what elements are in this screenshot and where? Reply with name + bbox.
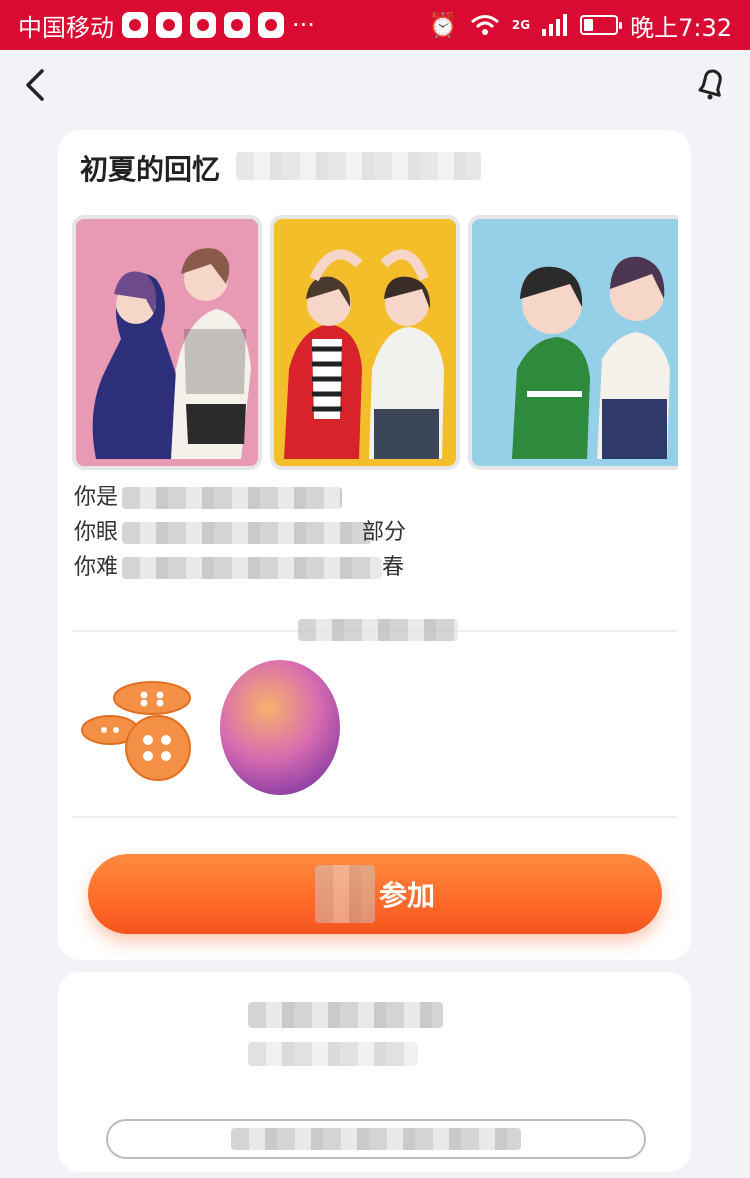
description-text: 你难 bbox=[74, 555, 119, 580]
gallery-photo[interactable] bbox=[468, 215, 678, 470]
bell-icon[interactable] bbox=[694, 66, 730, 102]
description-text: 春 bbox=[382, 555, 405, 580]
description-line: 你眼 部分 bbox=[74, 515, 594, 550]
more-notifications-icon: ··· bbox=[292, 11, 315, 39]
blurred-text bbox=[248, 1002, 443, 1028]
status-bar: 中国移动 ··· ⏰ 2G 晚上7:32 bbox=[0, 0, 750, 50]
top-nav bbox=[0, 50, 750, 120]
notification-app-icon bbox=[190, 12, 216, 38]
blurred-text bbox=[248, 1042, 418, 1066]
secondary-button[interactable] bbox=[106, 1119, 646, 1159]
buttons-reward bbox=[80, 660, 210, 790]
carrier-name: 中国移动 bbox=[18, 13, 114, 42]
info-card bbox=[58, 972, 691, 1172]
notification-app-icon bbox=[258, 12, 284, 38]
event-card: 初夏的回忆 你是 你眼 部分 你难 春 参加 bbox=[58, 130, 691, 960]
blurred-text bbox=[236, 152, 481, 180]
notification-app-icon bbox=[156, 12, 182, 38]
blurred-text bbox=[122, 557, 382, 579]
photo-gallery[interactable] bbox=[72, 215, 678, 470]
description-text: 部分 bbox=[362, 520, 407, 545]
signal-icon bbox=[542, 14, 568, 36]
join-button[interactable]: 参加 bbox=[88, 854, 662, 934]
blurred-text bbox=[298, 619, 458, 641]
description-line: 你是 bbox=[74, 480, 594, 515]
divider bbox=[72, 816, 677, 818]
wifi-icon bbox=[470, 15, 499, 35]
notification-app-icon bbox=[224, 12, 250, 38]
blurred-text bbox=[314, 865, 375, 923]
description-text: 你眼 bbox=[74, 520, 119, 545]
network-type-label: 2G bbox=[511, 18, 531, 32]
join-button-label: 参加 bbox=[378, 879, 435, 912]
notification-app-icon bbox=[122, 12, 148, 38]
description-text: 你是 bbox=[74, 485, 119, 510]
blurred-text bbox=[231, 1128, 521, 1150]
gallery-photo[interactable] bbox=[72, 215, 262, 470]
gallery-photo[interactable] bbox=[270, 215, 460, 470]
battery-icon bbox=[580, 15, 623, 35]
avatar-frame-reward bbox=[220, 660, 340, 795]
blurred-text bbox=[122, 522, 372, 544]
event-description: 你是 你眼 部分 你难 春 bbox=[74, 480, 594, 585]
alarm-icon: ⏰ bbox=[428, 11, 458, 39]
clock-time: 晚上7:32 bbox=[630, 13, 732, 42]
event-title: 初夏的回忆 bbox=[80, 153, 221, 186]
chevron-left-icon[interactable] bbox=[22, 68, 52, 102]
blurred-text bbox=[122, 487, 342, 509]
description-line: 你难 春 bbox=[74, 550, 594, 585]
